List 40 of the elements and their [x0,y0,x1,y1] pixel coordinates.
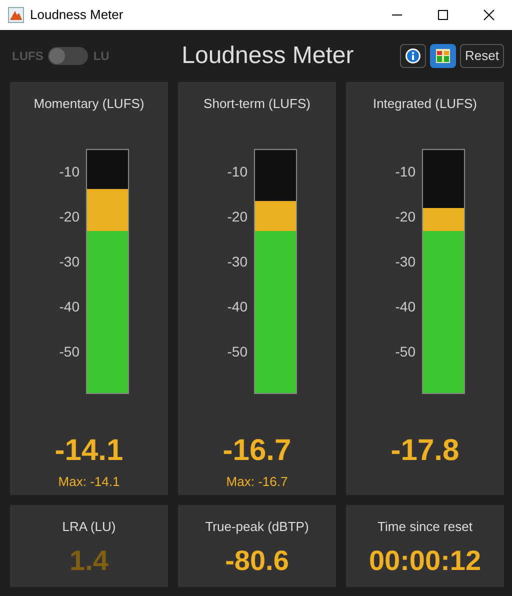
stat-title: LRA (LU) [62,518,116,536]
info-icon [405,48,422,64]
reset-button[interactable]: Reset [460,44,504,68]
toggle-switch[interactable] [48,47,88,65]
meter-title: Short-term (LUFS) [204,95,310,113]
scale-label: -30 [395,252,416,271]
colors-button[interactable] [430,44,456,68]
stat-title: Time since reset [378,518,472,536]
scale-label: -20 [59,207,80,226]
scale-label: -40 [395,297,416,316]
scale-label: -10 [395,162,416,181]
scale-label: -30 [227,252,248,271]
stat-title: True-peak (dBTP) [205,518,309,536]
scale-label: -40 [59,297,80,316]
scale-label: -50 [395,342,416,361]
scale-label: -10 [227,162,248,181]
meter-title: Momentary (LUFS) [34,95,144,113]
close-icon [483,9,495,21]
scale-label: -20 [227,207,248,226]
meter-reading: -14.1 [54,436,124,466]
info-button[interactable] [400,44,426,68]
scale-label: -10 [59,162,80,181]
max-reading: Max: -14.1 [58,472,120,490]
meter-title: Integrated (LUFS) [372,95,478,113]
scale-label: -20 [395,207,416,226]
scale-label: -50 [59,342,80,361]
stat-value: 00:00:12 [368,546,482,574]
scale-label: -30 [59,252,80,271]
max-reading: Max: -16.7 [226,472,288,490]
stat-value: 1.4 [70,546,108,574]
meter-reading: -16.7 [222,436,292,466]
app-icon [8,7,24,23]
maximize-icon [437,9,449,21]
scale-label: -50 [227,342,248,361]
color-grid-icon [435,48,452,64]
window-title: Loudness Meter [30,6,124,24]
stat-value: -80.6 [225,546,289,574]
app-title: Loudness Meter [180,41,355,71]
meter-reading: -17.8 [390,436,460,466]
scale-label: -40 [227,297,248,316]
